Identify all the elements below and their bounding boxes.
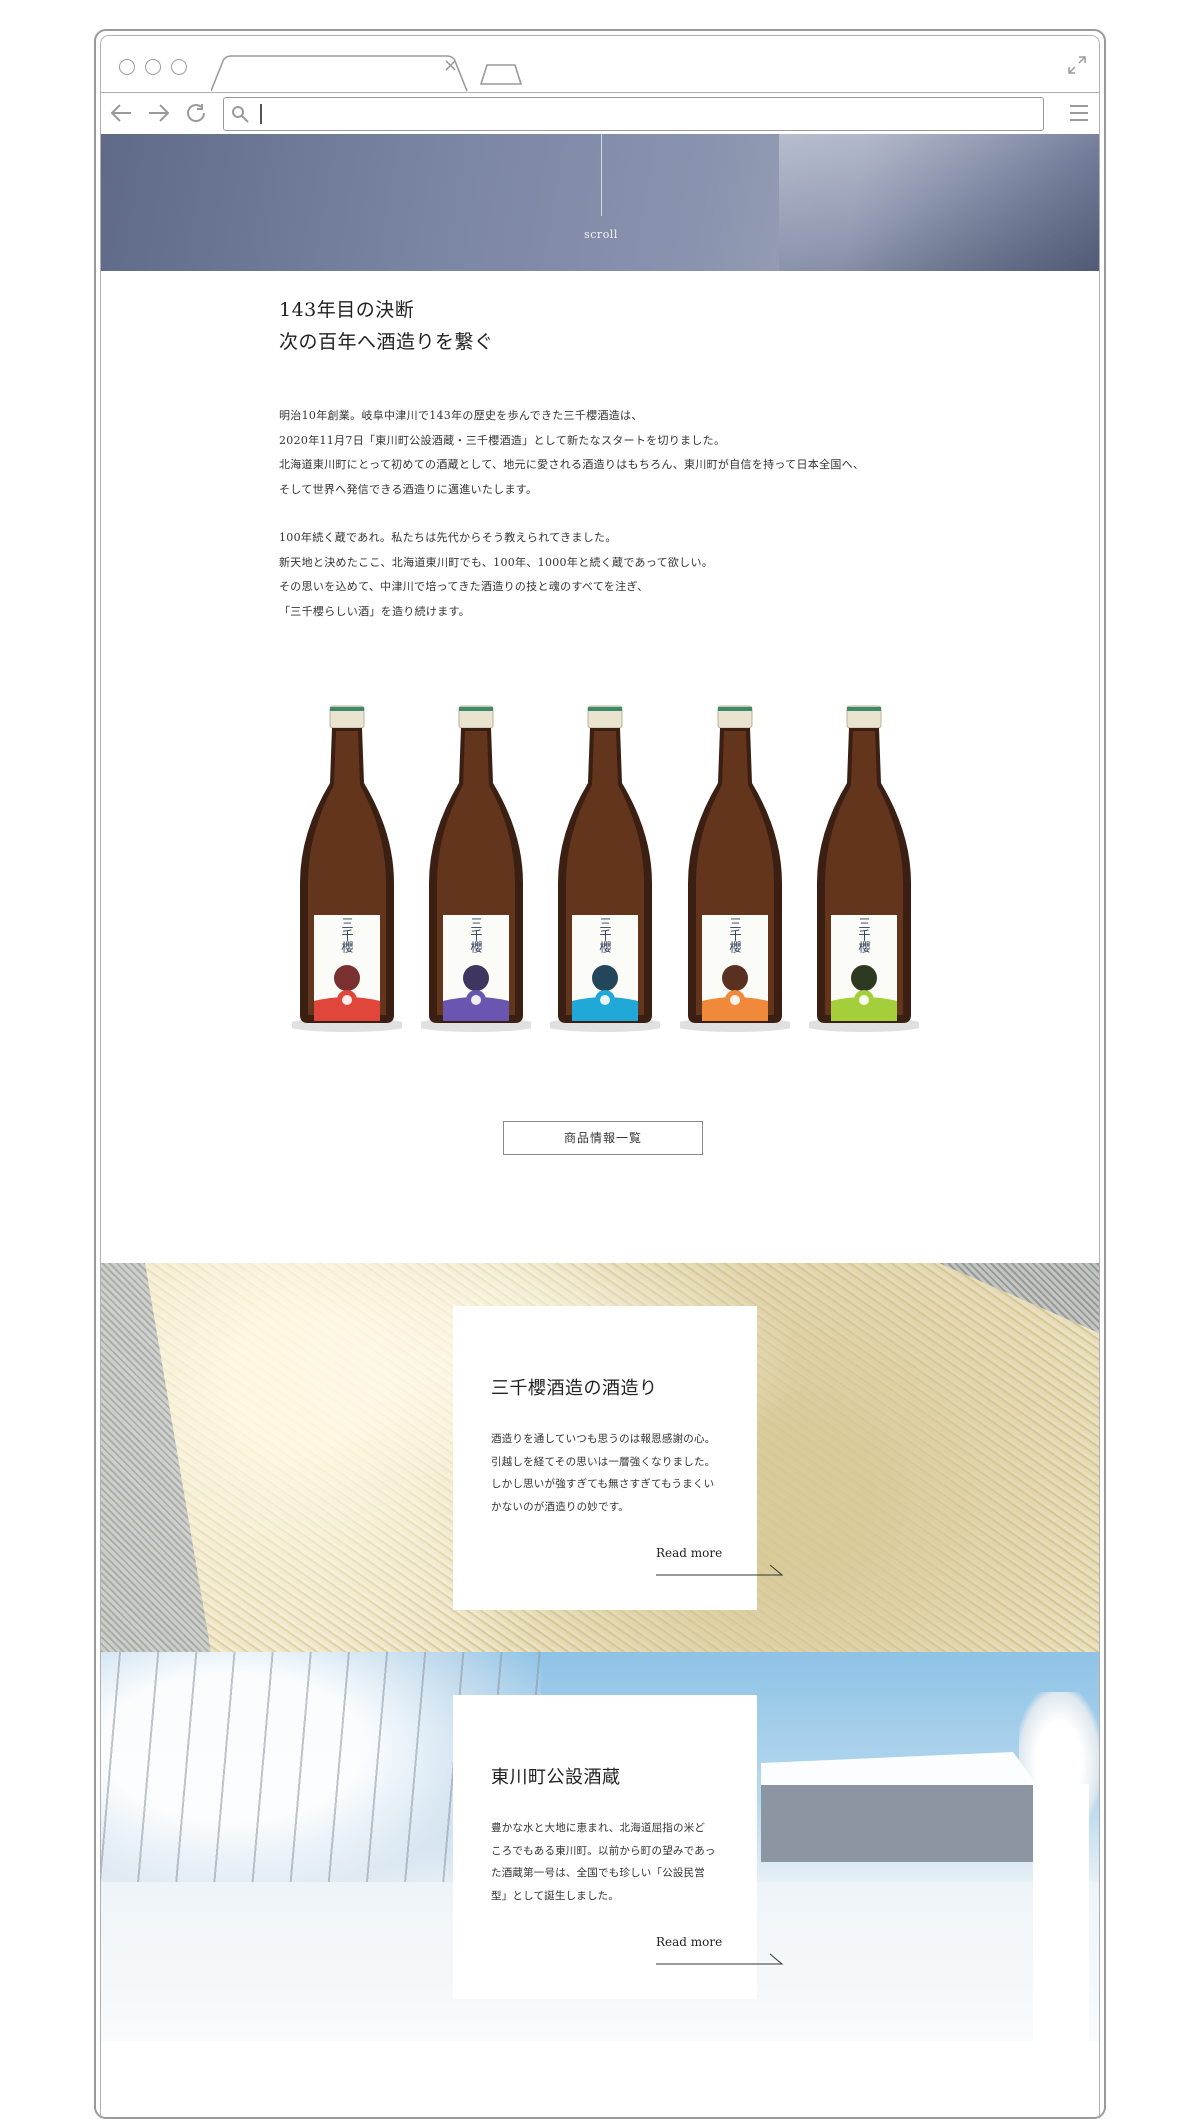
scroll-indicator[interactable]: scroll [101,228,1099,241]
window-close-button[interactable] [119,59,135,75]
card-line: 引越しを経てその思いは一層強くなりました。 [491,1455,716,1468]
bottle-brand-label: 三千櫻 [728,917,742,953]
card-title: 東川町公設酒蔵 [491,1767,621,1788]
brewery-building [761,1752,1041,1862]
card-title: 三千櫻酒造の酒造り [491,1378,658,1399]
product-list-button[interactable]: 商品情報一覧 [503,1121,703,1155]
paragraph-line: そして世界へ発信できる酒造りに邁進いたします。 [279,482,538,496]
new-tab-icon[interactable] [479,63,523,85]
hero-texture [779,134,1099,271]
card-line: かないのが酒造りの妙です。 [491,1500,630,1513]
intro-paragraph: 100年続く蔵であれ。私たちは先代からそう教えられてきました。 新天地と決めたこ… [279,526,864,624]
tab-bar: × [101,36,1099,92]
browser-window: × scroll 143年目の決断 次の百年へ酒造りを繋ぐ 明治10年創業。岐阜… [94,29,1106,2119]
browser-tab[interactable] [211,55,476,92]
window-minimize-button[interactable] [145,59,161,75]
heading-line: 次の百年へ酒造りを繋ぐ [279,331,494,353]
paragraph-line: 新天地と決めたここ、北海道東川町でも、100年、1000年と続く蔵であって欲しい… [279,555,714,569]
sake-bottle[interactable]: 三千櫻 [802,703,926,1033]
bottle-brand-label: 三千櫻 [598,917,612,953]
product-bottles: 三千櫻 三千櫻 三千櫻 三千櫻 三千櫻 [101,703,1099,1033]
card-line: 酒造りを通していつも思うのは報恩感謝の心。 [491,1433,716,1445]
bottle-brand-label: 三千櫻 [857,917,871,953]
read-more-link[interactable]: Read more [656,1935,722,1949]
sake-bottle[interactable]: 三千櫻 [414,703,538,1033]
forward-arrow-icon[interactable] [147,102,171,124]
card-line: 型」として誕生しました。 [491,1889,620,1902]
browser-viewport: × scroll 143年目の決断 次の百年へ酒造りを繋ぐ 明治10年創業。岐阜… [100,35,1100,2117]
close-icon[interactable]: × [443,57,458,75]
text-cursor [260,104,262,124]
mesh-texture [939,1263,1099,1333]
expand-icon[interactable] [1067,55,1087,75]
search-icon [232,106,249,123]
card-line: た酒蔵第一号は、全国でも珍しい「公設民営 [491,1867,705,1879]
intro-section: 143年目の決断 次の百年へ酒造りを繋ぐ 明治10年創業。岐阜中津川で143年の… [279,294,864,624]
bottle-brand-label: 三千櫻 [469,917,483,953]
paragraph-line: 「三千櫻らしい酒」を造り続けます。 [279,604,470,618]
paragraph-line: 100年続く蔵であれ。私たちは先代からそう教えられてきました。 [279,531,617,544]
back-arrow-icon[interactable] [109,102,133,124]
arrow-line-icon [656,1564,784,1576]
heading-line: 143年目の決断 [279,299,415,321]
sake-bottle[interactable]: 三千櫻 [673,703,797,1033]
brewery-section: 東川町公設酒蔵 豊かな水と大地に恵まれ、北海道屈指の米ど ころでもある東川町。以… [101,1652,1099,2041]
side-panel [1033,1784,1089,2041]
card-text: 酒造りを通していつも思うのは報恩感謝の心。 引越しを経てその思いは一層強くなりま… [491,1428,731,1518]
address-bar[interactable] [223,97,1044,131]
card-line: ころでもある東川町。以前から町の望みであっ [491,1844,716,1857]
paragraph-line: 2020年11月7日「東川町公設酒蔵・三千櫻酒造」として新たなスタートを切りまし… [279,433,726,447]
brewery-card: 東川町公設酒蔵 豊かな水と大地に恵まれ、北海道屈指の米ど ころでもある東川町。以… [453,1695,784,1999]
mesh-texture [101,1263,211,1652]
window-maximize-button[interactable] [171,59,187,75]
card-line: 豊かな水と大地に恵まれ、北海道屈指の米ど [491,1822,706,1834]
sake-bottle[interactable]: 三千櫻 [285,703,409,1033]
brewing-card: 三千櫻酒造の酒造り 酒造りを通していつも思うのは報恩感謝の心。 引越しを経てその… [453,1306,784,1610]
window-controls [119,59,187,75]
arrow-line-icon [656,1953,784,1965]
paragraph-line: その思いを込めて、中津川で培ってきた酒造りの技と魂のすべてを注ぎ、 [279,580,649,593]
card-line: しかし思いが強すぎても無さすぎてもうまくい [491,1478,715,1490]
paragraph-line: 明治10年創業。岐阜中津川で143年の歴史を歩んできた三千櫻酒造は、 [279,409,643,422]
brewing-section: 三千櫻酒造の酒造り 酒造りを通していつも思うのは報恩感謝の心。 引越しを経てその… [101,1263,1099,1652]
browser-toolbar [101,92,1099,136]
paragraph-line: 北海道東川町にとって初めての酒蔵として、地元に愛される酒造りはもちろん、東川町が… [279,458,865,471]
menu-icon[interactable] [1069,104,1089,122]
read-more-link[interactable]: Read more [656,1546,722,1560]
intro-heading: 143年目の決断 次の百年へ酒造りを繋ぐ [279,294,864,358]
hero-banner: scroll [101,134,1099,271]
intro-paragraph: 明治10年創業。岐阜中津川で143年の歴史を歩んできた三千櫻酒造は、 2020年… [279,404,864,502]
card-text: 豊かな水と大地に恵まれ、北海道屈指の米ど ころでもある東川町。以前から町の望みで… [491,1817,731,1907]
scroll-line [601,134,602,216]
reload-icon[interactable] [185,102,209,124]
sake-bottle[interactable]: 三千櫻 [543,703,667,1033]
bottle-brand-label: 三千櫻 [340,917,354,953]
